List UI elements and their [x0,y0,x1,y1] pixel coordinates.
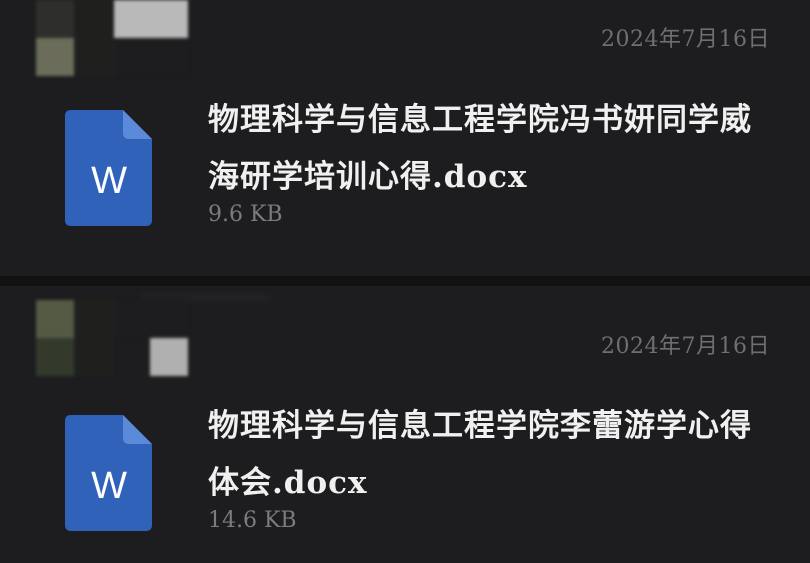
sender-avatar-blurred[interactable] [36,0,188,76]
word-document-icon[interactable]: W [65,110,152,226]
sender-avatar-blurred[interactable] [36,300,188,376]
file-name[interactable]: 物理科学与信息工程学院李蕾游学心得体会.docx [208,398,768,512]
file-size: 9.6 KB [208,202,283,227]
message-divider [0,276,810,286]
file-message-item[interactable]: 2024年7月16日 W 物理科学与信息工程学院李蕾游学心得体会.docx 14… [0,286,810,563]
word-icon-letter: W [91,160,127,202]
file-name[interactable]: 物理科学与信息工程学院冯书妍同学威海研学培训心得.docx [208,92,768,206]
message-date: 2024年7月16日 [601,27,770,52]
message-date: 2024年7月16日 [601,334,770,359]
file-size: 14.6 KB [208,508,297,533]
word-document-icon[interactable]: W [65,415,152,531]
file-message-item[interactable]: 2024年7月16日 W 物理科学与信息工程学院冯书妍同学威海研学培训心得.do… [0,0,810,276]
word-icon-letter: W [91,465,127,507]
chat-message-list[interactable]: 2024年7月16日 W 物理科学与信息工程学院冯书妍同学威海研学培训心得.do… [0,0,810,563]
